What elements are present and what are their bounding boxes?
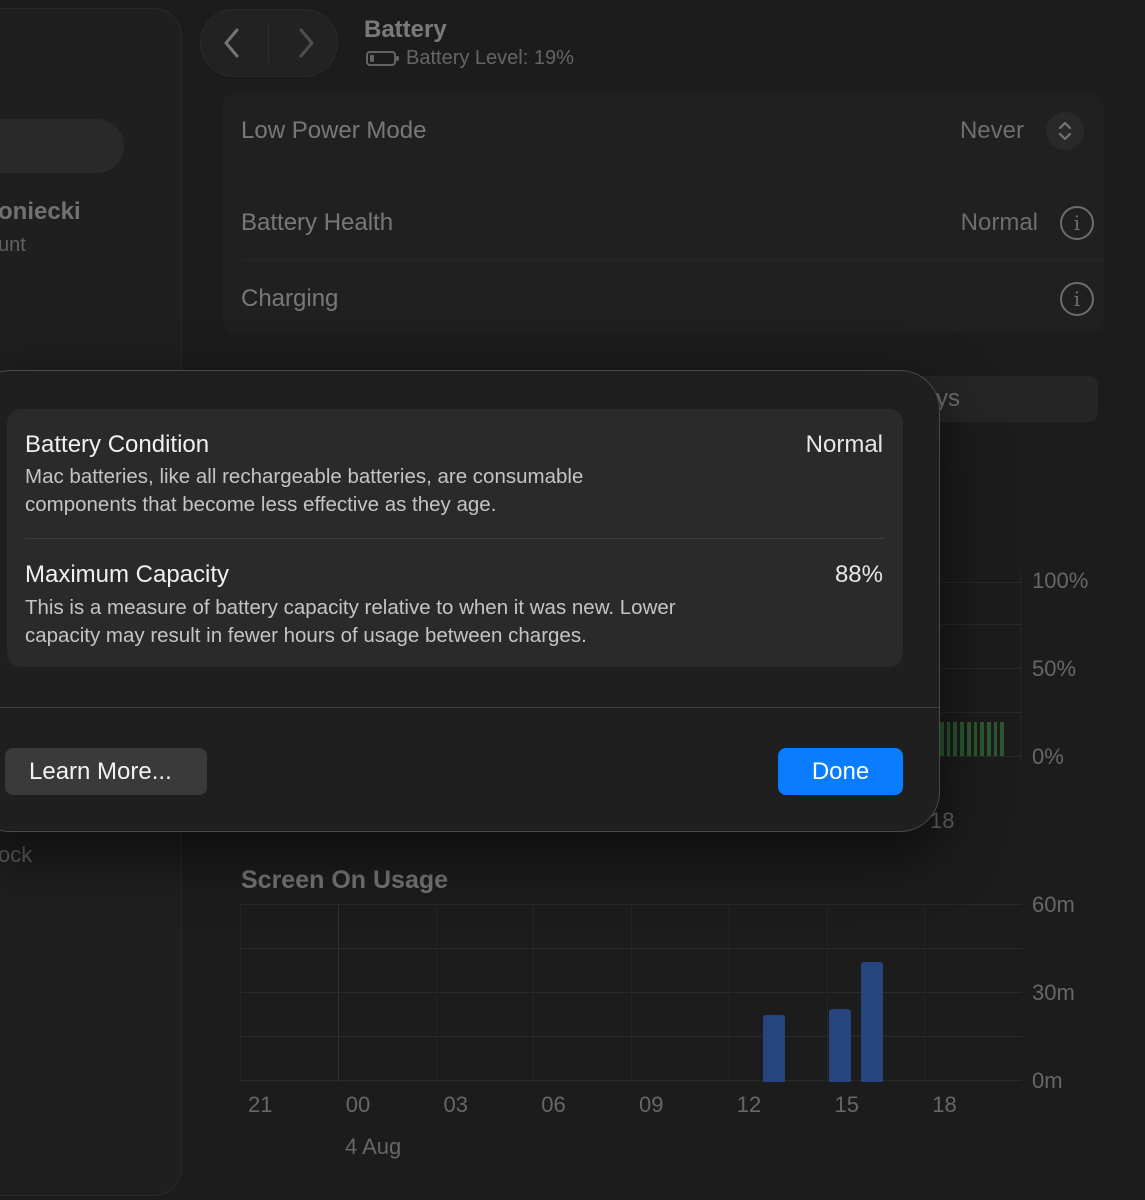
low-power-mode-row: Low Power Mode Never: [222, 93, 1104, 169]
battery-level-text: Battery Level: 19%: [406, 47, 574, 69]
usage-gridline: [240, 904, 241, 1082]
battery-condition-description: Mac batteries, like all rechargeable bat…: [25, 463, 785, 519]
maximum-capacity-title: Maximum Capacity: [25, 561, 230, 588]
level-y-tick: 100%: [1032, 568, 1089, 593]
battery-settings-screen: oniecki unt ock Battery Battery Level: 1…: [0, 0, 1145, 1200]
usage-x-tick: 06: [541, 1092, 566, 1117]
battery-level-bar: [980, 722, 984, 756]
usage-bar: [828, 1008, 851, 1082]
usage-gridline: [337, 904, 339, 1082]
screen-on-usage-chart: [240, 904, 1022, 1082]
sidebar-account-name[interactable]: oniecki: [0, 198, 81, 226]
usage-x-tick: 18: [932, 1092, 957, 1117]
description-line: This is a measure of battery capacity re…: [25, 596, 676, 619]
chevron-left-icon: [224, 28, 239, 58]
battery-health-info-button[interactable]: i: [1060, 206, 1094, 240]
battery-level-bar: [946, 722, 951, 756]
usage-date-label: 4 Aug: [345, 1134, 402, 1159]
back-button[interactable]: [207, 18, 257, 68]
battery-level-subtitle: Battery Level: 19%: [366, 47, 574, 70]
usage-x-tick: 15: [834, 1092, 859, 1117]
battery-settings-card: Low Power Mode Never Battery Health Norm…: [222, 93, 1104, 333]
usage-x-tick: 21: [248, 1092, 273, 1117]
battery-health-details: Battery Condition Normal Mac batteries, …: [7, 409, 903, 667]
battery-health-row: Battery Health Normal i: [222, 185, 1104, 261]
usage-gridline: [435, 904, 437, 1082]
forward-button[interactable]: [281, 18, 331, 68]
info-icon: i: [1073, 211, 1081, 235]
sidebar-search-field[interactable]: [0, 119, 124, 173]
level-y-tick: 50%: [1032, 656, 1077, 681]
battery-level-bar: [1000, 722, 1005, 756]
usage-gridline: [728, 904, 730, 1082]
low-power-mode-stepper[interactable]: [1046, 112, 1084, 150]
battery-health-sheet: Battery Condition Normal Mac batteries, …: [0, 370, 940, 832]
screen-on-usage-title: Screen On Usage: [241, 866, 449, 894]
chevron-right-icon: [299, 28, 314, 58]
usage-gridline: [631, 904, 632, 1082]
battery-level-bar: [973, 722, 978, 756]
battery-level-bar: [960, 722, 964, 756]
window-title: Battery: [364, 16, 447, 43]
usage-bar: [861, 961, 884, 1082]
usage-y-tick: 0m: [1032, 1068, 1063, 1093]
battery-condition-title: Battery Condition: [25, 431, 210, 458]
charging-row: Charging i: [222, 261, 1104, 337]
battery-level-bar: [940, 722, 944, 756]
description-line: components that become less effective as…: [25, 493, 497, 516]
description-line: Mac batteries, like all rechargeable bat…: [25, 465, 584, 488]
battery-icon: [366, 51, 399, 66]
battery-health-label: Battery Health: [241, 209, 394, 236]
sidebar-item-lock[interactable]: ock: [0, 842, 32, 868]
info-icon: i: [1073, 287, 1081, 311]
usage-x-tick: 12: [736, 1092, 762, 1117]
learn-more-button[interactable]: Learn More...: [5, 748, 207, 795]
navigation-group: [200, 9, 338, 77]
description-line: capacity may result in fewer hours of us…: [25, 624, 587, 647]
battery-health-value: Normal: [960, 209, 1038, 236]
sidebar-account-subtitle: unt: [0, 234, 26, 256]
usage-gridline: [826, 904, 828, 1082]
battery-level-bar: [993, 722, 998, 756]
low-power-mode-value[interactable]: Never: [960, 117, 1024, 145]
done-button[interactable]: Done: [778, 748, 903, 795]
usage-y-tick: 30m: [1032, 980, 1075, 1005]
battery-level-bar: [953, 722, 958, 756]
charging-label: Charging: [241, 285, 339, 312]
usage-gridline: [533, 904, 535, 1082]
battery-level-bars: [940, 722, 1005, 756]
battery-level-bar: [966, 722, 971, 756]
charging-info-button[interactable]: i: [1060, 282, 1094, 316]
maximum-capacity-value: 88%: [834, 561, 883, 588]
level-y-tick: 0%: [1032, 744, 1064, 769]
usage-y-tick: 60m: [1032, 892, 1075, 917]
usage-gridline: [924, 904, 926, 1082]
maximum-capacity-description: This is a measure of battery capacity re…: [25, 594, 785, 650]
usage-x-tick: 03: [443, 1092, 468, 1117]
battery-condition-value: Normal: [805, 431, 883, 458]
usage-bar: [763, 1014, 786, 1082]
low-power-mode-label: Low Power Mode: [241, 117, 427, 144]
usage-x-tick: 09: [639, 1092, 664, 1117]
usage-x-tick: 00: [345, 1092, 371, 1117]
battery-level-bar: [986, 722, 991, 756]
chevron-up-down-icon: [1058, 121, 1072, 141]
